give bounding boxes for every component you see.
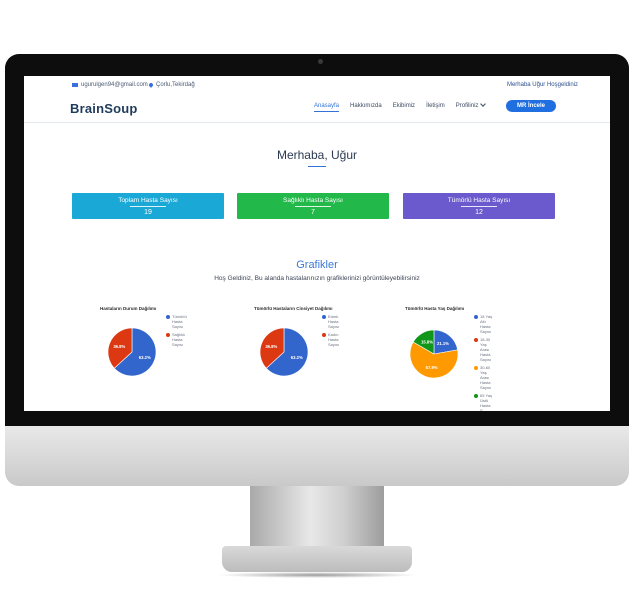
legend-label: Erkek Hasta Sayısı bbox=[328, 314, 340, 329]
chart-legend: 18 Yaş Altı Hasta Sayısı 18-30 Yaş Arası … bbox=[474, 314, 496, 411]
legend-item[interactable]: 18-30 Yaş Arası Hasta Sayısı bbox=[474, 337, 496, 362]
welcome-title: Merhaba, Uğur bbox=[276, 148, 358, 162]
chart-legend: Tümörlü Hasta Sayısı Sağlıklı Hasta Sayıs… bbox=[166, 314, 188, 350]
pie-data-label: 57.9% bbox=[426, 365, 438, 370]
legend-label: 30-60 Yaş Arası Hasta Sayısı bbox=[480, 365, 492, 390]
pie-data-label: 63.2% bbox=[139, 355, 151, 360]
legend-swatch bbox=[474, 365, 478, 370]
chart-legend: Erkek Hasta Sayısı Kadın Hasta Sayısı bbox=[322, 314, 344, 350]
legend-label: 18 Yaş Altı Hasta Sayısı bbox=[480, 314, 493, 334]
legend-item[interactable]: 65 Yaş Üstü Hasta S... bbox=[474, 393, 496, 411]
card-divider bbox=[295, 206, 331, 207]
card-label: Tümörlü Hasta Sayısı bbox=[447, 197, 511, 204]
nav-item-iletisim[interactable]: İletişim bbox=[426, 103, 445, 112]
pie-data-label: 63.2% bbox=[291, 355, 303, 360]
legend-label: Tümörlü Hasta Sayısı bbox=[172, 314, 187, 329]
legend-swatch bbox=[166, 332, 170, 337]
legend-item[interactable]: Erkek Hasta Sayısı bbox=[322, 314, 344, 329]
pie-data-label: 36.8% bbox=[265, 344, 277, 349]
nav-item-hakkimizda[interactable]: Hakkımızda bbox=[350, 103, 382, 112]
legend-swatch bbox=[474, 314, 478, 319]
nav-menu: Anasayfa Hakkımızda Ekibimiz İletişim Pr… bbox=[314, 101, 487, 112]
chevron-down-icon bbox=[480, 101, 487, 107]
title-underline bbox=[308, 166, 326, 167]
legend-swatch bbox=[166, 314, 170, 319]
nav-item-anasayfa[interactable]: Anasayfa bbox=[314, 103, 340, 112]
location-text: Çorlu,Tekirdağ bbox=[156, 82, 195, 88]
monitor-chin bbox=[5, 426, 629, 486]
monitor-stand-base bbox=[222, 546, 412, 572]
pie-svg: 21.1% 57.9% 15.8% bbox=[409, 329, 459, 379]
card-healthy-patients: Sağlıklı Hasta Sayısı 7 bbox=[237, 193, 389, 219]
card-value: 12 bbox=[475, 209, 483, 216]
legend-item[interactable]: Tümörlü Hasta Sayısı bbox=[166, 314, 188, 329]
card-total-patients: Toplam Hasta Sayısı 19 bbox=[72, 193, 224, 219]
pie-data-label: 36.8% bbox=[113, 344, 125, 349]
mail-icon bbox=[72, 83, 78, 87]
legend-label: Sağlıklı Hasta Sayısı bbox=[172, 332, 186, 347]
navbar: BrainSoup Anasayfa Hakkımızda Ekibimiz İ… bbox=[24, 94, 610, 123]
legend-item[interactable]: Sağlıklı Hasta Sayısı bbox=[166, 332, 188, 347]
screen: ugurulgen94@gmail.com Çorlu,Tekirdağ Mer… bbox=[24, 76, 610, 411]
card-value: 7 bbox=[311, 209, 315, 216]
brand-logo[interactable]: BrainSoup bbox=[70, 101, 138, 116]
legend-swatch bbox=[474, 393, 478, 398]
card-divider bbox=[130, 206, 166, 207]
legend-label: 18-30 Yaş Arası Hasta Sayısı bbox=[480, 337, 492, 362]
nav-item-ekibimiz[interactable]: Ekibimiz bbox=[393, 103, 415, 112]
user-greeting: Merhaba Uğur Hoşgeldiniz bbox=[506, 82, 578, 88]
pie-svg: 63.2% 36.8% bbox=[107, 327, 157, 377]
card-label: Sağlıklı Hasta Sayısı bbox=[283, 197, 343, 204]
email-text: ugurulgen94@gmail.com bbox=[81, 82, 148, 88]
pie-data-label: 21.1% bbox=[437, 341, 449, 346]
graphs-title: Grafikler bbox=[296, 259, 338, 271]
legend-swatch bbox=[322, 332, 326, 337]
graphs-subtitle: Hoş Geldiniz, Bu alanda hastalarınızın g… bbox=[214, 275, 420, 282]
legend-label: 65 Yaş Üstü Hasta S... bbox=[480, 393, 493, 411]
card-label: Toplam Hasta Sayısı bbox=[118, 197, 178, 204]
camera-icon bbox=[318, 59, 323, 64]
top-contact-bar: ugurulgen94@gmail.com Çorlu,Tekirdağ Mer… bbox=[24, 76, 610, 94]
nav-item-profiliniz-label: Profiliniz bbox=[455, 103, 479, 109]
stand-shadow bbox=[216, 572, 418, 578]
mr-incele-button[interactable]: MR İncele bbox=[506, 100, 556, 112]
legend-swatch bbox=[322, 314, 326, 319]
card-divider bbox=[461, 206, 497, 207]
card-tumor-patients: Tümörlü Hasta Sayısı 12 bbox=[403, 193, 555, 219]
legend-item[interactable]: 30-60 Yaş Arası Hasta Sayısı bbox=[474, 365, 496, 390]
contact-location: Çorlu,Tekirdağ bbox=[148, 82, 195, 88]
legend-label: Kadın Hasta Sayısı bbox=[328, 332, 340, 347]
legend-item[interactable]: Kadın Hasta Sayısı bbox=[322, 332, 344, 347]
contact-email[interactable]: ugurulgen94@gmail.com bbox=[72, 82, 148, 88]
monitor-stand-neck bbox=[250, 486, 384, 548]
legend-swatch bbox=[474, 337, 478, 342]
location-pin-icon bbox=[148, 82, 154, 88]
pie-data-label: 15.8% bbox=[421, 339, 433, 344]
legend-item[interactable]: 18 Yaş Altı Hasta Sayısı bbox=[474, 314, 496, 334]
nav-item-profiliniz[interactable]: Profiliniz bbox=[455, 101, 487, 112]
card-value: 19 bbox=[144, 209, 152, 216]
pie-svg: 63.2% 36.8% bbox=[259, 327, 309, 377]
